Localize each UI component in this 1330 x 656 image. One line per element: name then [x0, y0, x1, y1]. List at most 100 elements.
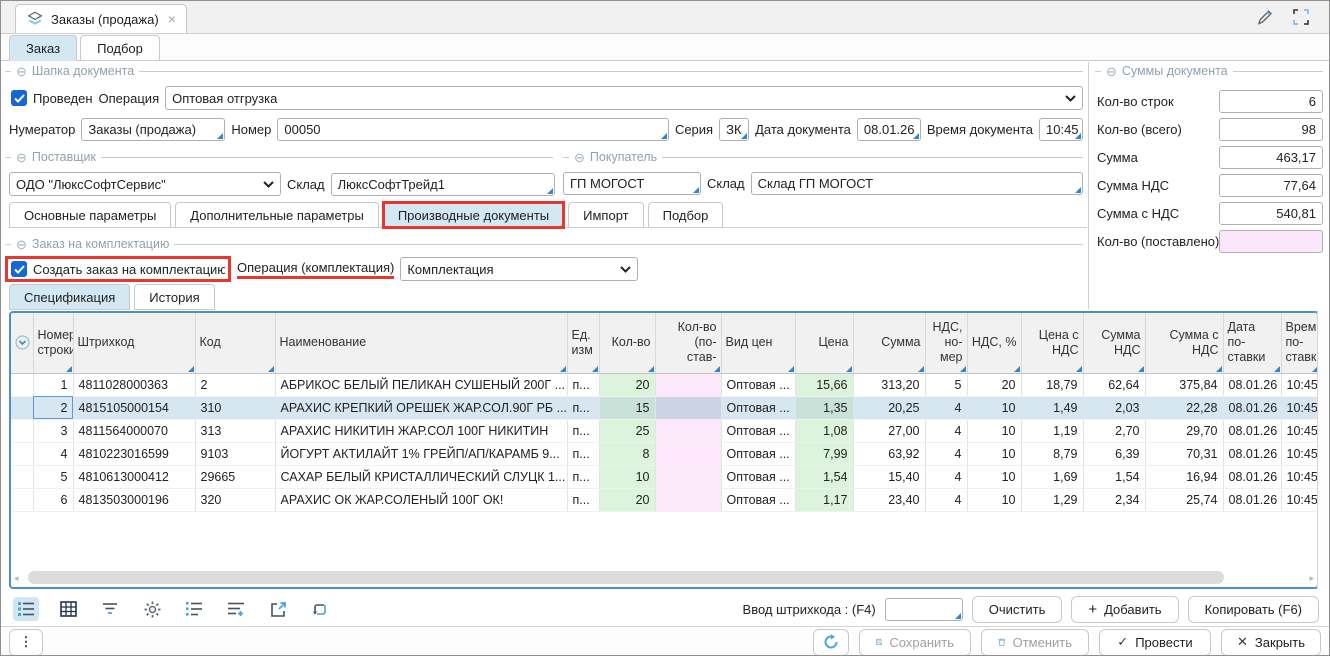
create-kit-order-checkbox[interactable] — [11, 261, 27, 277]
table-cell[interactable]: 320 — [195, 488, 275, 511]
table-cell[interactable]: 08.01.26 — [1223, 373, 1281, 396]
table-cell[interactable]: 7,99 — [795, 442, 853, 465]
document-tab[interactable]: Заказы (продажа) × — [15, 4, 187, 33]
column-header[interactable]: Сумма с НДС — [1145, 313, 1223, 373]
table-cell[interactable]: 70,31 — [1145, 442, 1223, 465]
table-cell[interactable] — [11, 442, 33, 465]
table-cell[interactable]: 20,25 — [853, 396, 925, 419]
column-header[interactable]: Сумма НДС — [1083, 313, 1145, 373]
table-cell[interactable]: 25 — [599, 419, 655, 442]
table-cell[interactable]: п... — [567, 488, 599, 511]
table-cell[interactable]: 08.01.26 — [1223, 442, 1281, 465]
table-cell[interactable]: 08.01.26 — [1223, 396, 1281, 419]
table-cell[interactable] — [655, 442, 721, 465]
list-view-icon[interactable] — [13, 597, 39, 621]
collapse-icon[interactable]: ⊖ — [16, 151, 27, 164]
column-header[interactable]: Номер строки — [33, 313, 73, 373]
table-cell[interactable]: 313 — [195, 419, 275, 442]
table-cell[interactable]: 8 — [599, 442, 655, 465]
table-cell[interactable]: 10 — [967, 396, 1021, 419]
add-rows-icon[interactable] — [223, 597, 249, 621]
table-cell[interactable]: 23,40 — [853, 488, 925, 511]
table-cell[interactable]: 4 — [33, 442, 73, 465]
close-tab-icon[interactable]: × — [168, 11, 176, 27]
table-cell[interactable]: 62,64 — [1083, 373, 1145, 396]
table-cell[interactable]: 10 — [599, 465, 655, 488]
collapse-icon[interactable]: ⊖ — [16, 238, 27, 251]
table-cell[interactable]: 4815105000154 — [73, 396, 195, 419]
table-cell[interactable]: 29665 — [195, 465, 275, 488]
horizontal-scrollbar[interactable]: ◂ ▸ — [14, 571, 1314, 584]
column-header[interactable]: Штрихкод — [73, 313, 195, 373]
table-cell[interactable]: 29,70 — [1145, 419, 1223, 442]
table-cell[interactable] — [11, 488, 33, 511]
table-cell[interactable]: 8,79 — [1021, 442, 1083, 465]
grid-view-icon[interactable] — [55, 597, 81, 621]
qty-supplied-field[interactable] — [1219, 230, 1323, 253]
table-cell[interactable]: п... — [567, 373, 599, 396]
column-header[interactable]: Вид цен — [721, 313, 795, 373]
table-cell[interactable]: 1,54 — [795, 465, 853, 488]
column-header[interactable]: Врем по- ставк — [1281, 313, 1319, 373]
table-cell[interactable]: 4 — [925, 442, 967, 465]
table-cell[interactable]: Оптовая ... — [721, 396, 795, 419]
table-cell[interactable]: 1,49 — [1021, 396, 1083, 419]
table-cell[interactable]: 4 — [925, 488, 967, 511]
table-cell[interactable]: САХАР БЕЛЫЙ КРИСТАЛЛИЧЕСКИЙ СЛУЦК 1... — [275, 465, 567, 488]
open-external-icon[interactable] — [265, 597, 291, 621]
table-cell[interactable]: 10:45 — [1281, 465, 1319, 488]
kit-operation-select[interactable]: Комплектация — [400, 257, 638, 281]
table-cell[interactable]: 4 — [925, 419, 967, 442]
number-field[interactable]: 00050 — [277, 118, 669, 141]
refresh-button[interactable] — [813, 629, 849, 656]
numerator-field[interactable]: Заказы (продажа) — [81, 118, 225, 141]
save-button[interactable]: Сохранить — [859, 629, 971, 656]
column-header[interactable]: Наименование — [275, 313, 567, 373]
tab-main-params[interactable]: Основные параметры — [9, 202, 171, 228]
sum-vat-field[interactable]: 77,64 — [1219, 174, 1323, 197]
cancel-button[interactable]: Отменить — [981, 629, 1089, 656]
scroll-right-icon[interactable]: ▸ — [1309, 573, 1314, 584]
table-cell[interactable]: 20 — [967, 373, 1021, 396]
table-cell[interactable]: АРАХИС КРЕПКИЙ ОРЕШЕК ЖАР.СОЛ.90Г РБ ... — [275, 396, 567, 419]
collapse-icon[interactable]: ⊖ — [1106, 65, 1117, 78]
table-cell[interactable]: 4811028000363 — [73, 373, 195, 396]
qty-total-field[interactable]: 98 — [1219, 118, 1323, 141]
column-header[interactable]: НДС, % — [967, 313, 1021, 373]
table-cell[interactable] — [655, 396, 721, 419]
table-cell[interactable]: 15 — [599, 396, 655, 419]
tab-specification[interactable]: Спецификация — [9, 284, 130, 310]
sum-with-vat-field[interactable]: 540,81 — [1219, 202, 1323, 225]
column-header[interactable]: Цена — [795, 313, 853, 373]
tab-history[interactable]: История — [134, 284, 214, 310]
table-cell[interactable]: 10 — [967, 488, 1021, 511]
table-row[interactable]: 448102230165999103ЙОГУРТ АКТИЛАЙТ 1% ГРЕ… — [11, 442, 1319, 465]
table-cell[interactable]: 2 — [33, 396, 73, 419]
table-cell[interactable]: 10:45 — [1281, 373, 1319, 396]
table-cell[interactable]: 1,08 — [795, 419, 853, 442]
tab-zakaz[interactable]: Заказ — [9, 35, 77, 61]
table-cell[interactable]: 10 — [967, 465, 1021, 488]
table-cell[interactable]: 6,39 — [1083, 442, 1145, 465]
table-cell[interactable]: 1,29 — [1021, 488, 1083, 511]
tab-podbor-params[interactable]: Подбор — [648, 202, 724, 228]
table-cell[interactable]: Оптовая ... — [721, 488, 795, 511]
table-cell[interactable]: 16,94 — [1145, 465, 1223, 488]
table-cell[interactable]: п... — [567, 419, 599, 442]
table-row[interactable]: 5481061300041229665САХАР БЕЛЫЙ КРИСТАЛЛИ… — [11, 465, 1319, 488]
table-cell[interactable]: 310 — [195, 396, 275, 419]
table-cell[interactable]: 313,20 — [853, 373, 925, 396]
table-cell[interactable]: 27,00 — [853, 419, 925, 442]
close-button[interactable]: ✕ Закрыть — [1221, 629, 1321, 656]
table-row[interactable]: 34811564000070313АРАХИС НИКИТИН ЖАР.СОЛ … — [11, 419, 1319, 442]
column-header[interactable]: Код — [195, 313, 275, 373]
table-cell[interactable]: 4813503000196 — [73, 488, 195, 511]
rows-count-field[interactable]: 6 — [1219, 90, 1323, 113]
table-cell[interactable]: 20 — [599, 488, 655, 511]
collapse-icon[interactable]: ⊖ — [574, 151, 585, 164]
table-cell[interactable]: 2,03 — [1083, 396, 1145, 419]
select-all-header[interactable] — [11, 313, 33, 373]
table-cell[interactable] — [11, 419, 33, 442]
series-field[interactable]: ЗК — [719, 118, 749, 141]
table-cell[interactable]: ЙОГУРТ АКТИЛАЙТ 1% ГРЕЙП/АП/КАРАМБ 9... — [275, 442, 567, 465]
